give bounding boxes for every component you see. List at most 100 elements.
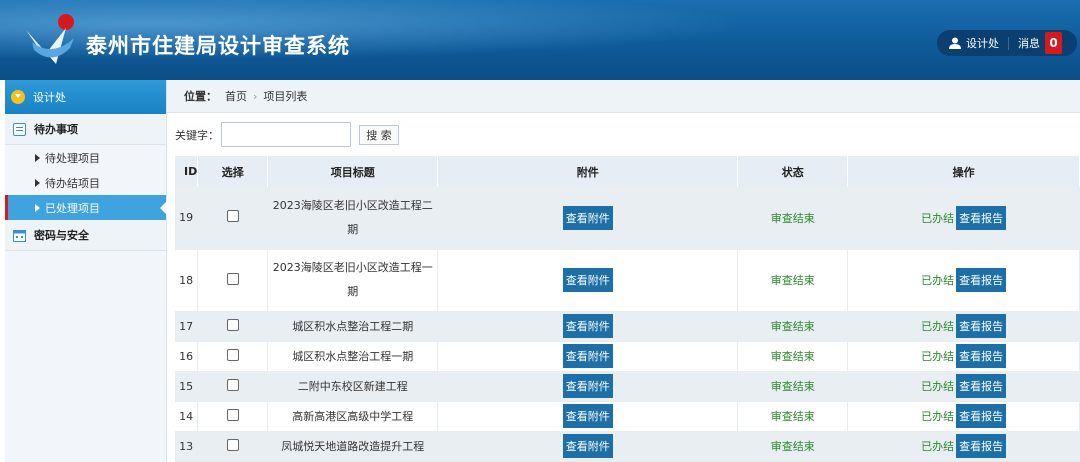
search-button[interactable]: 搜 索 <box>359 124 399 145</box>
messages-link[interactable]: 消息 <box>1018 35 1040 51</box>
caret-right-icon <box>35 178 40 187</box>
table-row[interactable]: 18 2023海陵区老旧小区改造工程一期 查看附件 审查结束 已办结 查看报告 <box>175 249 1080 312</box>
row-done-status: 已办结 <box>921 380 955 393</box>
column-header-attachment[interactable]: 附件 <box>437 156 739 187</box>
main-content: 位置： 首页 › 项目列表 关键字： 搜 索 ID 选择 项目标题 附件 状态 … <box>167 80 1080 462</box>
row-id: 18 <box>175 249 199 312</box>
app-title: 泰州市住建局设计审查系统 <box>86 34 350 58</box>
sidebar-group-todo[interactable]: 待办事项 <box>5 114 166 145</box>
table-row[interactable]: 19 2023海陵区老旧小区改造工程二期 查看附件 审查结束 已办结 查看报告 <box>175 187 1080 250</box>
user-name[interactable]: 设计处 <box>966 35 999 51</box>
sidebar-group-security[interactable]: 密码与安全 <box>5 220 166 251</box>
row-status: 审查结束 <box>737 311 849 342</box>
view-report-button[interactable]: 查看报告 <box>956 314 1007 338</box>
row-id: 15 <box>175 371 199 402</box>
search-bar: 关键字： 搜 索 <box>175 122 399 147</box>
breadcrumb-separator-icon: › <box>253 89 258 103</box>
column-header-id[interactable]: ID <box>175 156 199 187</box>
breadcrumb-home[interactable]: 首页 <box>225 88 247 104</box>
row-done-status: 已办结 <box>921 211 955 225</box>
row-done-status: 已办结 <box>921 350 955 363</box>
view-attachment-button[interactable]: 查看附件 <box>562 374 613 398</box>
sidebar-item-processed[interactable]: 已处理项目 <box>5 195 167 220</box>
table-row[interactable]: 14 高新高港区高级中学工程 查看附件 审查结束 已办结 查看报告 <box>175 401 1080 432</box>
row-id: 14 <box>175 401 199 432</box>
row-done-status: 已办结 <box>921 320 955 333</box>
column-header-title[interactable]: 项目标题 <box>267 156 439 187</box>
row-checkbox[interactable] <box>226 408 239 421</box>
table-row[interactable]: 17 城区积水点整治工程二期 查看附件 审查结束 已办结 查看报告 <box>175 311 1080 342</box>
view-attachment-button[interactable]: 查看附件 <box>562 205 613 230</box>
row-id: 19 <box>175 187 199 250</box>
row-done-status: 已办结 <box>921 274 955 287</box>
sidebar-section-header[interactable]: 设计处 <box>5 80 166 114</box>
row-title: 凤城悦天地道路改造提升工程 <box>267 431 439 462</box>
sidebar-group-label: 密码与安全 <box>34 229 89 242</box>
table-row[interactable]: 15 二附中东校区新建工程 查看附件 审查结束 已办结 查看报告 <box>175 371 1080 402</box>
project-table: ID 选择 项目标题 附件 状态 操作 19 2023海陵区老旧小区改造工程二期… <box>175 156 1080 462</box>
view-report-button[interactable]: 查看报告 <box>956 374 1007 398</box>
messages-count-badge[interactable]: 0 <box>1045 32 1062 54</box>
sidebar-item-pending[interactable]: 待处理项目 <box>5 145 166 170</box>
table-row[interactable]: 16 城区积水点整治工程一期 查看附件 审查结束 已办结 查看报告 <box>175 341 1080 372</box>
sidebar-section-title: 设计处 <box>33 91 66 104</box>
chevron-down-icon <box>11 90 25 104</box>
logo-icon <box>26 14 74 64</box>
breadcrumb: 位置： 首页 › 项目列表 <box>167 80 1080 113</box>
table-row[interactable]: 13 凤城悦天地道路改造提升工程 查看附件 审查结束 已办结 查看报告 <box>175 431 1080 462</box>
row-checkbox[interactable] <box>226 378 239 391</box>
row-done-status: 已办结 <box>921 440 955 453</box>
view-attachment-button[interactable]: 查看附件 <box>562 434 613 458</box>
table-header-row: ID 选择 项目标题 附件 状态 操作 <box>175 156 1080 187</box>
row-checkbox[interactable] <box>226 318 239 331</box>
row-id: 17 <box>175 311 199 342</box>
row-done-status: 已办结 <box>921 410 955 423</box>
row-checkbox[interactable] <box>226 348 239 361</box>
sidebar-item-label: 待处理项目 <box>45 151 100 165</box>
calendar-icon <box>13 229 26 242</box>
column-header-select[interactable]: 选择 <box>197 156 269 187</box>
user-icon <box>949 37 961 49</box>
view-attachment-button[interactable]: 查看附件 <box>562 268 613 292</box>
row-title: 高新高港区高级中学工程 <box>267 401 439 432</box>
column-header-status[interactable]: 状态 <box>737 156 849 187</box>
sidebar-item-to-close[interactable]: 待办结项目 <box>5 170 166 195</box>
row-checkbox[interactable] <box>226 438 239 451</box>
row-title: 2023海陵区老旧小区改造工程二期 <box>267 187 439 250</box>
view-attachment-button[interactable]: 查看附件 <box>562 344 613 368</box>
row-title: 二附中东校区新建工程 <box>267 371 439 402</box>
caret-right-icon <box>35 153 40 162</box>
row-status: 审查结束 <box>737 341 849 372</box>
row-status: 审查结束 <box>737 371 849 402</box>
row-title: 城区积水点整治工程一期 <box>267 341 439 372</box>
row-id: 13 <box>175 431 199 462</box>
breadcrumb-current: 项目列表 <box>263 90 308 103</box>
list-icon <box>13 122 26 136</box>
row-id: 16 <box>175 341 199 372</box>
sidebar-group-label: 待办事项 <box>34 123 78 136</box>
row-title: 2023海陵区老旧小区改造工程一期 <box>267 249 439 312</box>
sidebar-item-label: 待办结项目 <box>45 176 100 190</box>
view-report-button[interactable]: 查看报告 <box>956 344 1007 368</box>
divider <box>1008 36 1009 50</box>
app-header: 泰州市住建局设计审查系统 设计处 消息 0 <box>0 0 1080 80</box>
user-bar: 设计处 消息 0 <box>937 30 1077 56</box>
search-input[interactable] <box>221 122 351 147</box>
row-status: 审查结束 <box>737 249 849 312</box>
row-status: 审查结束 <box>737 187 849 250</box>
view-report-button[interactable]: 查看报告 <box>956 205 1007 230</box>
row-status: 审查结束 <box>737 431 849 462</box>
sidebar: 设计处 待办事项 待处理项目 待办结项目 已处理项目 密码与安全 <box>5 80 167 462</box>
view-report-button[interactable]: 查看报告 <box>956 434 1007 458</box>
view-attachment-button[interactable]: 查看附件 <box>562 404 613 428</box>
row-title: 城区积水点整治工程二期 <box>267 311 439 342</box>
view-report-button[interactable]: 查看报告 <box>956 268 1007 292</box>
view-attachment-button[interactable]: 查看附件 <box>562 314 613 338</box>
column-header-actions[interactable]: 操作 <box>847 156 1080 187</box>
row-checkbox[interactable] <box>226 272 239 285</box>
row-checkbox[interactable] <box>226 210 239 223</box>
caret-right-icon <box>35 203 40 212</box>
view-report-button[interactable]: 查看报告 <box>956 404 1007 428</box>
breadcrumb-prefix: 位置： <box>184 90 217 103</box>
row-status: 审查结束 <box>737 401 849 432</box>
